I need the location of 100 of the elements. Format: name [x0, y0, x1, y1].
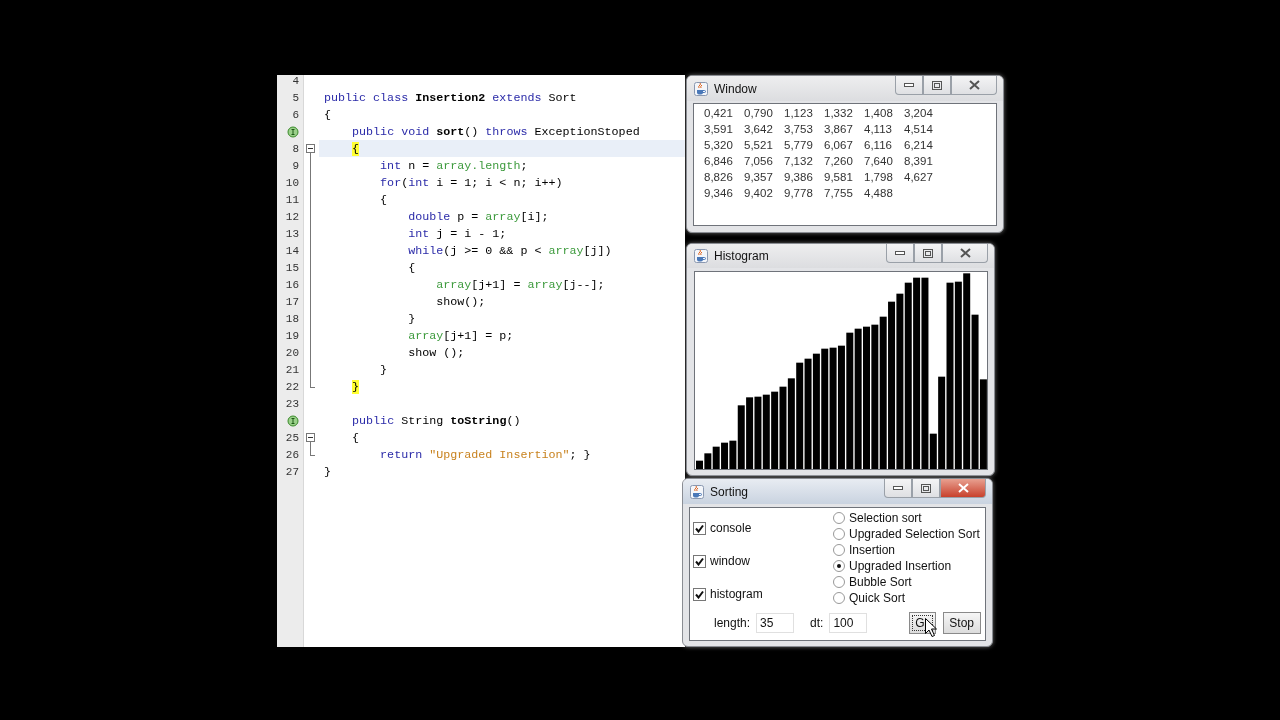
value-text: 8,391	[904, 154, 934, 168]
code-line: double p = array[i];	[407, 209, 549, 224]
maximize-icon	[932, 80, 942, 90]
line-number: 26	[284, 448, 299, 461]
checkbox-label: histogram	[710, 587, 763, 601]
code-line: {	[407, 260, 416, 275]
code-line: int j = i - 1;	[407, 226, 507, 241]
value-text: 5,779	[784, 138, 814, 152]
minimize-icon	[893, 486, 903, 490]
close-icon	[959, 248, 971, 258]
maximize-button[interactable]	[914, 244, 942, 263]
line-number: 15	[284, 261, 299, 274]
close-button[interactable]	[940, 479, 986, 498]
close-button[interactable]	[951, 76, 997, 95]
minimize-icon	[895, 251, 905, 255]
value-text: 4,113	[864, 122, 893, 136]
mouse-pointer-icon	[925, 618, 937, 637]
java-cup-icon	[694, 249, 708, 263]
input-field[interactable]: 35	[756, 613, 795, 633]
value-text: 9,581	[824, 170, 854, 184]
action-button[interactable]: Stop	[943, 612, 981, 634]
line-number: 19	[284, 329, 299, 342]
line-number: 25	[284, 431, 299, 444]
line-number: 13	[284, 227, 299, 240]
value-text: 3,591	[704, 122, 734, 136]
radio-button[interactable]	[833, 592, 845, 604]
code-line: show ();	[407, 345, 465, 360]
java-cup-icon	[694, 81, 708, 96]
line-number: 5	[291, 91, 299, 104]
code-line: int n = array.length;	[379, 158, 528, 173]
radio-button[interactable]	[833, 576, 845, 588]
code-line: public void sort() throws ExceptionStoped	[351, 124, 640, 139]
value-text: 9,386	[784, 170, 814, 184]
line-number: 23	[284, 397, 299, 410]
code-line: show();	[435, 294, 486, 309]
checkbox[interactable]	[693, 521, 706, 535]
minimize-icon	[904, 83, 914, 87]
line-number: 10	[284, 176, 299, 189]
value-text: 6,846	[704, 154, 734, 168]
line-number: 6	[291, 108, 299, 121]
input-field[interactable]: 100	[829, 613, 868, 633]
close-icon	[957, 483, 969, 493]
code-line: }	[379, 362, 388, 377]
line-number: 20	[284, 346, 299, 359]
line-number: 16	[284, 278, 299, 291]
maximize-icon	[921, 483, 931, 493]
radio-label: Selection sort	[849, 511, 922, 525]
fold-end-line	[310, 446, 315, 456]
value-text: 6,116	[864, 138, 893, 152]
radio-label: Upgraded Selection Sort	[849, 527, 980, 541]
maximize-icon	[923, 248, 933, 258]
radio-label: Upgraded Insertion	[849, 559, 952, 573]
value-text: 7,132	[784, 154, 814, 168]
value-text: 4,627	[904, 170, 934, 184]
code-line: array[j+1] = array[j--];	[435, 277, 605, 292]
radio-label: Insertion	[849, 543, 896, 557]
value-text: 1,798	[864, 170, 894, 184]
line-number: 8	[291, 142, 299, 155]
code-line: }	[323, 464, 331, 479]
value-text: 9,402	[744, 186, 774, 200]
radio-button[interactable]	[833, 560, 845, 572]
window-title: Histogram	[714, 249, 770, 263]
field-label: dt:	[810, 616, 824, 630]
line-number: 11	[284, 193, 299, 206]
minimize-button[interactable]	[886, 244, 914, 263]
fold-end-line	[310, 378, 315, 388]
line-number: 18	[284, 312, 299, 325]
value-text: 8,826	[704, 170, 734, 184]
minimize-button[interactable]	[884, 479, 912, 498]
value-text: 3,867	[824, 122, 854, 136]
value-text: 3,753	[784, 122, 814, 136]
radio-button[interactable]	[833, 512, 845, 524]
line-number: 21	[284, 363, 299, 376]
checkbox[interactable]	[693, 554, 706, 568]
value-text: 7,056	[744, 154, 774, 168]
value-text: 3,204	[904, 106, 934, 120]
line-number: 22	[284, 380, 299, 393]
line-number: 4	[291, 75, 299, 87]
checkbox-label: window	[710, 554, 751, 568]
radio-label: Quick Sort	[849, 591, 905, 605]
radio-button[interactable]	[833, 544, 845, 556]
line-number: 9	[291, 159, 299, 172]
close-button[interactable]	[942, 244, 988, 263]
minimize-button[interactable]	[895, 76, 923, 95]
line-number: 14	[284, 244, 299, 257]
code-editor[interactable]	[277, 75, 685, 647]
value-text: 7,260	[824, 154, 854, 168]
code-line: public class Insertion2 extends Sort	[323, 90, 577, 105]
maximize-button[interactable]	[912, 479, 940, 498]
radio-button[interactable]	[833, 528, 845, 540]
value-text: 7,755	[824, 186, 854, 200]
code-line: public String toString()	[351, 413, 521, 428]
checkbox[interactable]	[693, 587, 706, 601]
code-line: {	[323, 107, 331, 122]
value-text: 0,790	[744, 106, 774, 120]
value-text: 9,357	[744, 170, 774, 184]
close-icon	[968, 80, 980, 90]
value-text: 1,332	[824, 106, 854, 120]
code-line: {	[351, 430, 360, 445]
maximize-button[interactable]	[923, 76, 951, 95]
